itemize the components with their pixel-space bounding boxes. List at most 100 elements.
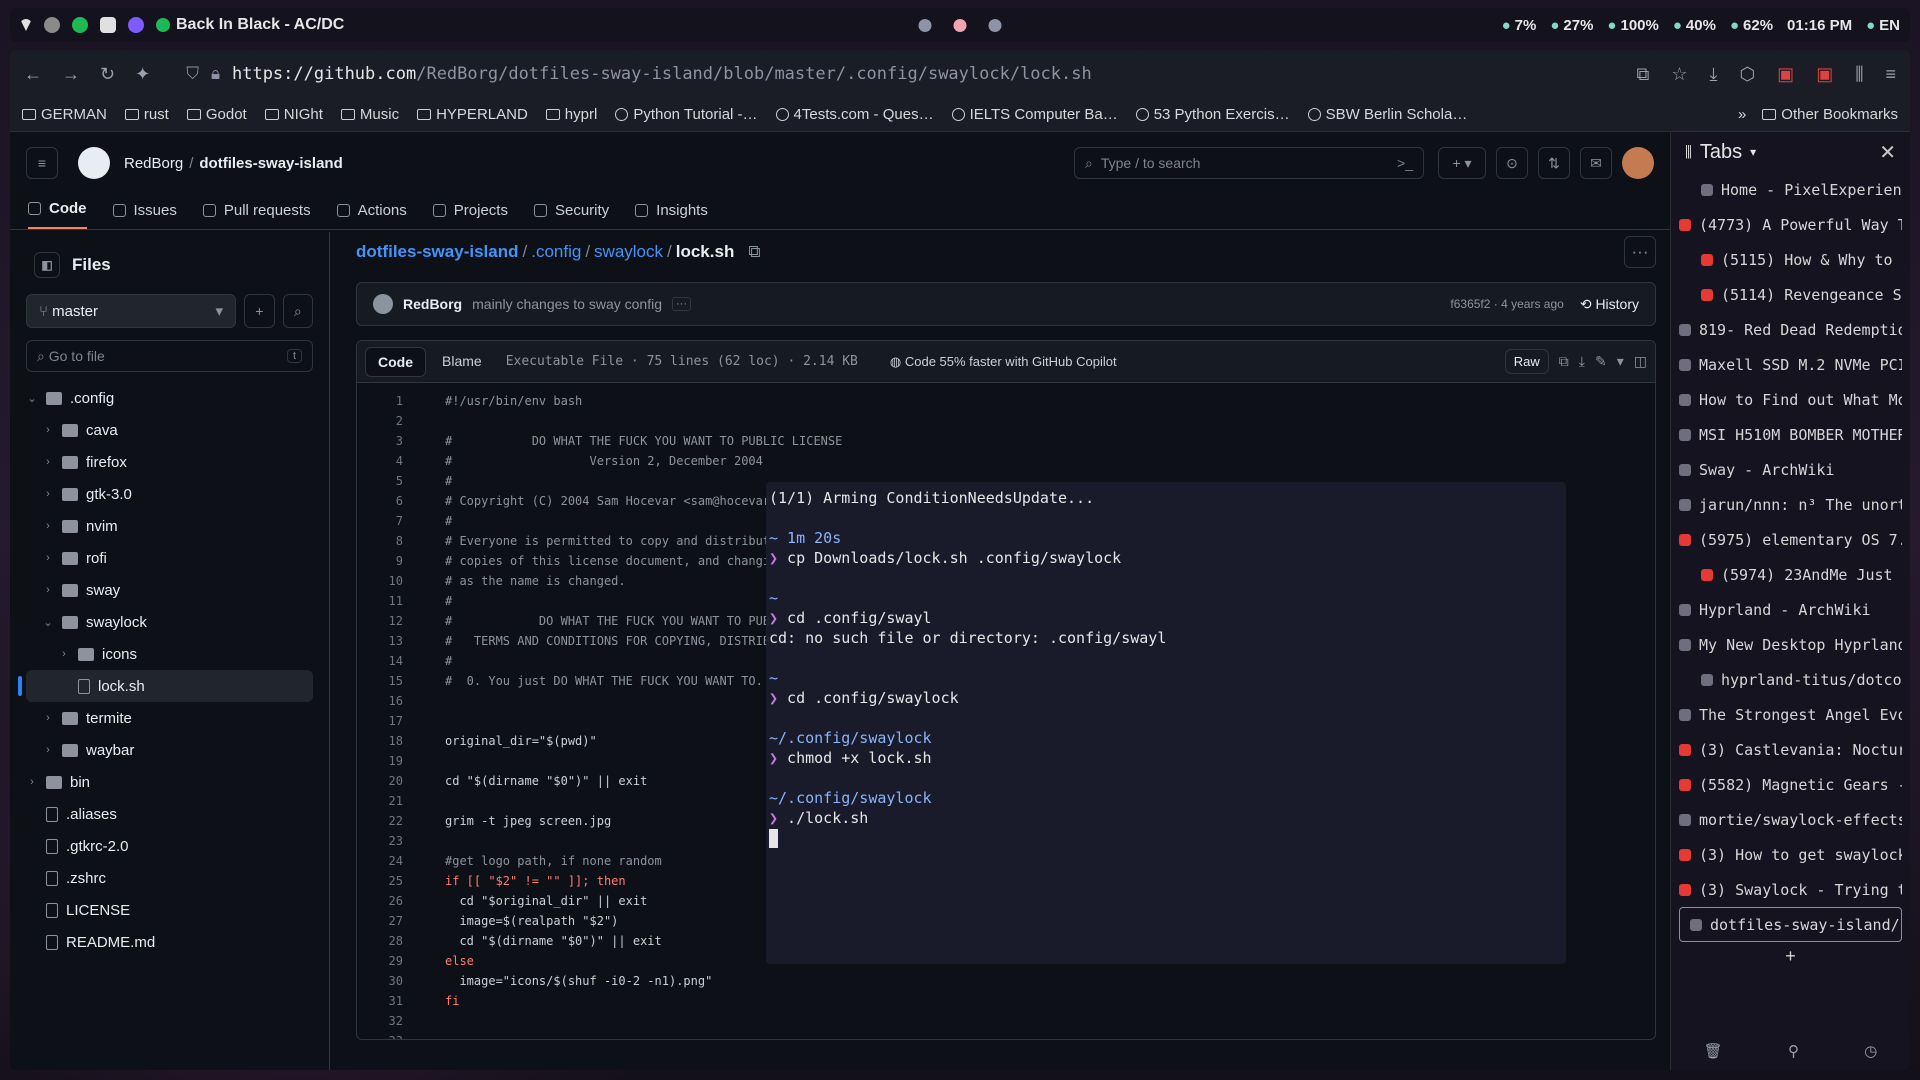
cursor[interactable] (769, 829, 778, 848)
bookmark-label[interactable]: Music (360, 106, 399, 123)
favicon-icon[interactable] (1701, 183, 1713, 196)
tree-label[interactable]: .aliases (66, 806, 117, 823)
sidebar-tab-label[interactable]: (3) Swaylock - Trying t (1699, 881, 1902, 899)
favicon-icon[interactable] (1701, 673, 1713, 686)
favicon-icon[interactable] (1679, 428, 1691, 441)
other-bookmarks[interactable]: Other Bookmarks (1762, 106, 1898, 123)
sidebar-tab[interactable]: (5114) Revengeance Sta (1679, 277, 1902, 312)
line-number[interactable]: 11 (357, 591, 403, 611)
expand-commit-icon[interactable]: ··· (672, 297, 691, 311)
sidebar-tab-label[interactable]: Sway - ArchWiki (1699, 461, 1834, 479)
bookmark-label[interactable]: IELTS Computer Ba… (970, 106, 1118, 123)
sidebar-tab[interactable]: My New Desktop Hyprland (1679, 627, 1902, 662)
line-number[interactable]: 9 (357, 551, 403, 571)
line-number[interactable]: 19 (357, 751, 403, 771)
collapse-sidebar-icon[interactable]: ◧ (34, 252, 60, 278)
terminal-line[interactable] (769, 568, 1563, 588)
line-number[interactable]: 3 (357, 431, 403, 451)
status-label[interactable]: 7% (1515, 17, 1537, 34)
line-number[interactable]: 1 (357, 391, 403, 411)
workspace-1[interactable] (918, 18, 932, 32)
chevron-right-icon[interactable]: › (42, 424, 54, 436)
terminal-line[interactable]: ❯ ./lock.sh (769, 808, 1563, 828)
tree-label[interactable]: waybar (86, 742, 134, 759)
issues-icon[interactable]: ⊙ (1496, 147, 1528, 179)
commit-message[interactable]: mainly changes to sway config (472, 296, 662, 312)
status-label[interactable]: EN (1879, 17, 1900, 34)
other-bookmarks-label[interactable]: Other Bookmarks (1781, 106, 1898, 123)
extensions-icon[interactable]: ⬡ (1739, 64, 1755, 85)
bookmark-item[interactable]: NIGht (264, 106, 323, 123)
hamburger-menu-button[interactable]: ≡ (26, 147, 58, 179)
favicon-icon[interactable] (1679, 848, 1691, 861)
chevron-down-icon[interactable]: ⌄ (26, 392, 38, 405)
line-number[interactable]: 14 (357, 651, 403, 671)
actions-icon[interactable] (336, 204, 350, 217)
symbols-panel-icon[interactable]: ◫ (1634, 353, 1647, 370)
sidebar-tab-label[interactable]: 819- Red Dead Redemptio (1699, 321, 1902, 339)
sidebar-tab-label[interactable]: (4773) A Powerful Way T (1699, 216, 1902, 234)
reload-icon[interactable]: ↻ (100, 64, 115, 85)
terminal-line[interactable]: ~/.config/swaylock (769, 788, 1563, 808)
folder-icon[interactable] (62, 551, 78, 565)
globe-icon[interactable] (1307, 108, 1321, 121)
file-icon[interactable] (78, 678, 90, 694)
folder-icon[interactable] (1762, 109, 1777, 120)
sidebar-tab[interactable]: (5115) How & Why to Mi (1679, 242, 1902, 277)
forward-icon[interactable]: → (62, 64, 80, 85)
folder-icon[interactable] (124, 109, 139, 120)
chevron-right-icon[interactable]: › (42, 584, 54, 596)
inbox-icon[interactable]: ✉ (1580, 147, 1612, 179)
tab-pull-requests[interactable]: Pull requests (202, 202, 311, 229)
chevron-right-icon[interactable]: » (1738, 106, 1746, 123)
folder-icon[interactable] (62, 583, 78, 597)
line-number[interactable]: 29 (357, 951, 403, 971)
sidebar-tab[interactable]: (3) Castlevania: Noctur (1679, 732, 1902, 767)
folder-icon[interactable] (22, 109, 36, 120)
favicon-icon[interactable] (1679, 393, 1691, 406)
file-icon[interactable] (46, 806, 58, 822)
favicon-icon[interactable] (1679, 603, 1691, 616)
tree-label[interactable]: .gtkrc-2.0 (66, 838, 129, 855)
globe-icon[interactable] (951, 108, 965, 121)
bookmark-item[interactable]: 53 Python Exercis… (1135, 106, 1290, 123)
favicon-icon[interactable] (1679, 533, 1691, 546)
favicon-icon[interactable] (1679, 743, 1691, 756)
security-icon[interactable] (533, 204, 547, 217)
line-number[interactable]: 20 (357, 771, 403, 791)
memory-icon[interactable]: ● (1550, 17, 1559, 34)
menu-icon[interactable]: ≡ (1885, 64, 1896, 85)
bookmark-label[interactable]: hyprl (565, 106, 598, 123)
folder-icon[interactable] (46, 391, 62, 405)
bookmark-item[interactable]: Godot (186, 106, 247, 123)
bookmark-label[interactable]: 4Tests.com - Ques… (794, 106, 934, 123)
extension-icon[interactable]: ✦ (135, 64, 150, 85)
favicon-icon[interactable] (1679, 778, 1691, 791)
copy-raw-icon[interactable]: ⧉ (1559, 353, 1569, 370)
tree-label[interactable]: LICENSE (66, 902, 130, 919)
tree-label[interactable]: icons (102, 646, 137, 663)
github-logo-icon[interactable] (78, 147, 110, 179)
globe-icon[interactable] (775, 108, 789, 121)
chevron-right-icon[interactable]: › (26, 776, 38, 788)
shield-icon[interactable]: ⛉ (186, 64, 199, 84)
terminal-line[interactable]: (1/1) Arming ConditionNeedsUpdate... (769, 488, 1563, 508)
battery-icon[interactable]: ● (1730, 17, 1739, 34)
tree-file[interactable]: .gtkrc-2.0 (26, 830, 313, 862)
tree-label[interactable]: .config (70, 390, 114, 407)
bookmark-item[interactable]: IELTS Computer Ba… (951, 106, 1118, 123)
sidebar-tab-label[interactable]: (5975) elementary OS 7. (1699, 531, 1902, 549)
status-item[interactable]: ● 27% (1550, 17, 1593, 34)
sidebar-tab[interactable]: (5975) elementary OS 7. (1679, 522, 1902, 557)
file-icon[interactable] (46, 902, 58, 918)
tree-label[interactable]: gtk-3.0 (86, 486, 132, 503)
line-number[interactable]: 25 (357, 871, 403, 891)
tree-folder[interactable]: › termite (26, 702, 313, 734)
translate-icon[interactable]: ⧉ (1636, 64, 1649, 85)
bookmark-label[interactable]: SBW Berlin Schola… (1326, 106, 1468, 123)
line-number[interactable]: 7 (357, 511, 403, 531)
bookmark-label[interactable]: Python Tutorial -… (633, 106, 757, 123)
tab-label[interactable]: Issues (134, 202, 177, 219)
sidebar-tab-label[interactable]: How to Find out What Mo (1699, 391, 1902, 409)
bookmark-item[interactable]: SBW Berlin Schola… (1307, 106, 1468, 123)
